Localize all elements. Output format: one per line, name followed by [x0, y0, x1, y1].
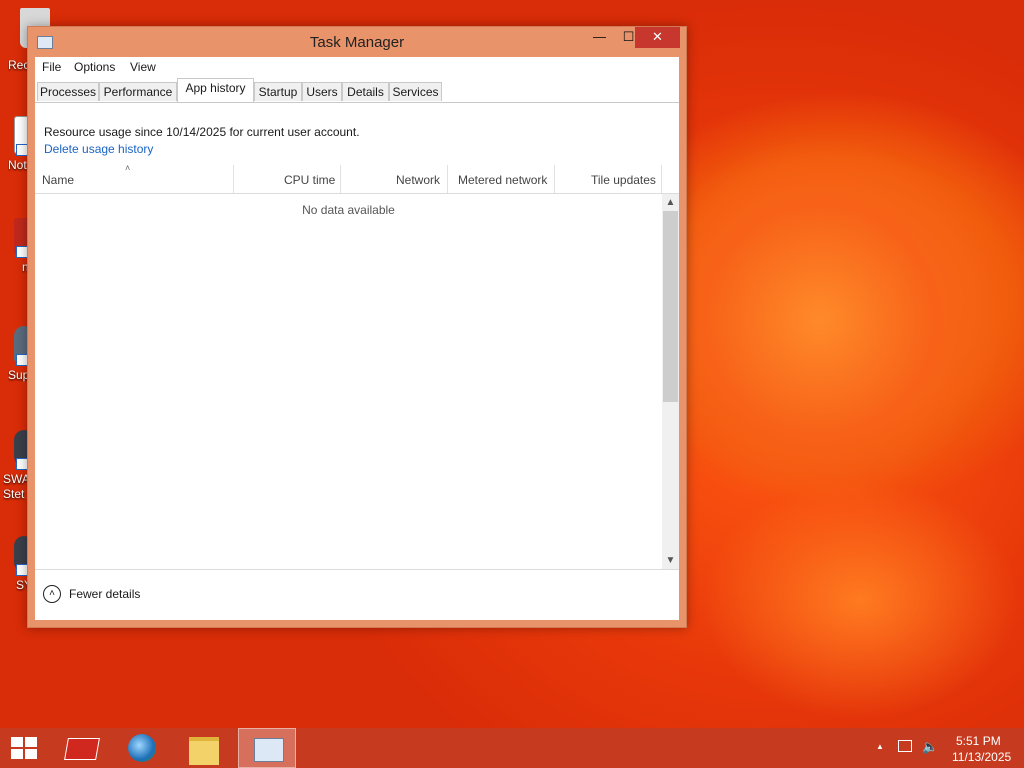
- app-history-list[interactable]: No data available ▲ ▼: [35, 194, 679, 569]
- column-cpu-time[interactable]: CPU time: [284, 173, 335, 187]
- show-hidden-icons-chevron-icon[interactable]: ▲: [876, 742, 884, 751]
- tab-strip: Processes Performance App history Startu…: [35, 78, 679, 103]
- tab-app-history[interactable]: App history: [177, 78, 254, 102]
- delete-usage-history-link[interactable]: Delete usage history: [44, 142, 153, 156]
- tab-processes[interactable]: Processes: [37, 82, 99, 101]
- taskbar-browser[interactable]: [114, 728, 170, 768]
- wallpaper-swirl-lower: [700, 480, 1020, 720]
- taskbar: ▲ 🔈 5:51 PM 11/13/2025: [0, 728, 1024, 768]
- column-metered-network[interactable]: Metered network: [458, 173, 547, 187]
- no-data-message: No data available: [302, 203, 395, 217]
- windows-logo-icon: [11, 737, 37, 759]
- clock-time[interactable]: 5:51 PM: [956, 734, 1001, 748]
- taskbar-file-explorer[interactable]: [176, 728, 232, 768]
- resource-usage-info: Resource usage since 10/14/2025 for curr…: [44, 125, 360, 139]
- system-tray: ▲ 🔈 5:51 PM 11/13/2025: [870, 728, 1024, 768]
- close-button[interactable]: ✕: [635, 27, 680, 48]
- column-network[interactable]: Network: [396, 173, 440, 187]
- wallpaper-swirl: [640, 140, 1000, 500]
- menu-file[interactable]: File: [42, 60, 61, 74]
- taskbar-task-manager[interactable]: [238, 728, 296, 768]
- window-client-area: File Options View Processes Performance …: [35, 57, 679, 620]
- task-manager-window: Task Manager — ☐ ✕ File Options View Pro…: [27, 26, 687, 628]
- tab-services[interactable]: Services: [389, 82, 442, 101]
- column-divider[interactable]: [661, 165, 662, 193]
- minimize-button[interactable]: —: [585, 27, 614, 48]
- clock-date[interactable]: 11/13/2025: [952, 750, 1011, 764]
- menu-view[interactable]: View: [130, 60, 156, 74]
- network-icon[interactable]: [898, 740, 912, 752]
- menu-options[interactable]: Options: [74, 60, 115, 74]
- sort-ascending-icon: ˄: [125, 163, 131, 173]
- column-tile-updates[interactable]: Tile updates: [591, 173, 656, 187]
- start-button[interactable]: [0, 728, 48, 768]
- chevron-up-icon: ˄: [43, 585, 61, 603]
- browser-icon: [128, 734, 156, 762]
- column-divider[interactable]: [233, 165, 234, 193]
- scroll-down-arrow-icon[interactable]: ▼: [662, 552, 679, 569]
- scroll-up-arrow-icon[interactable]: ▲: [662, 194, 679, 211]
- tab-users[interactable]: Users: [302, 82, 342, 101]
- menu-bar: File Options View: [35, 57, 679, 77]
- tab-startup[interactable]: Startup: [254, 82, 302, 101]
- scroll-thumb[interactable]: [663, 211, 678, 402]
- fewer-details-button[interactable]: ˄ Fewer details: [43, 585, 163, 605]
- volume-muted-icon[interactable]: 🔈: [922, 739, 938, 755]
- task-manager-icon: [254, 738, 284, 762]
- red-app-icon: [64, 738, 100, 760]
- vertical-scrollbar[interactable]: ▲ ▼: [662, 194, 679, 569]
- column-name[interactable]: Name: [42, 173, 74, 187]
- column-divider[interactable]: [340, 165, 341, 193]
- folder-icon: [189, 737, 219, 765]
- taskbar-red-app[interactable]: [52, 728, 108, 768]
- title-bar[interactable]: Task Manager — ☐ ✕: [28, 27, 686, 57]
- tab-details[interactable]: Details: [342, 82, 389, 101]
- column-divider[interactable]: [554, 165, 555, 193]
- footer: ˄ Fewer details: [35, 569, 679, 621]
- fewer-details-label: Fewer details: [69, 587, 141, 601]
- column-header-row: ˄ Name CPU time Network Metered network …: [35, 163, 679, 194]
- tab-performance[interactable]: Performance: [99, 82, 177, 101]
- column-divider[interactable]: [447, 165, 448, 193]
